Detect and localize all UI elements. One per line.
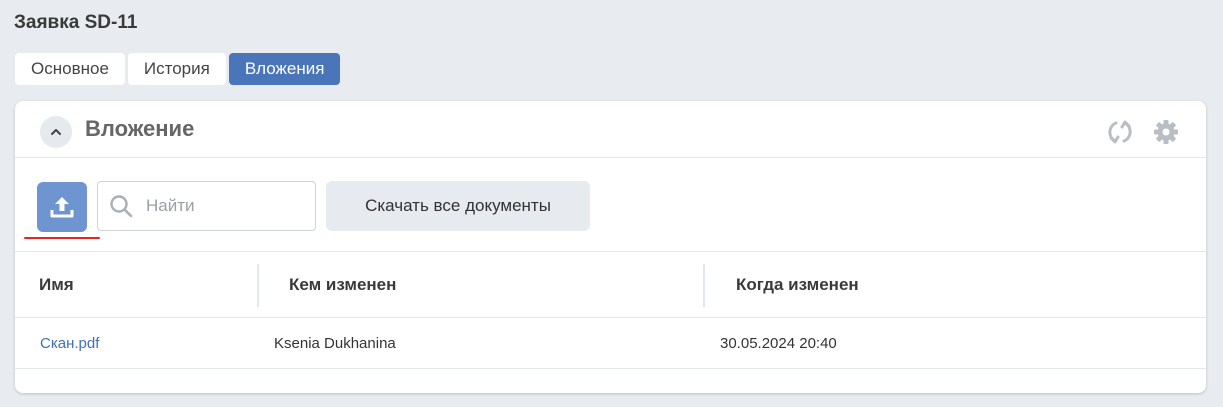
upload-icon	[50, 197, 74, 218]
tab-attachments[interactable]: Вложения	[228, 53, 341, 85]
chevron-up-icon	[51, 129, 61, 135]
column-header-modified-at[interactable]: Когда изменен	[736, 275, 859, 295]
attachments-panel: Вложение Найти Скачать все документы Имя…	[15, 101, 1206, 393]
refresh-button[interactable]	[1106, 118, 1134, 146]
page-title: Заявка SD-11	[14, 12, 138, 33]
column-divider[interactable]	[703, 264, 705, 307]
column-divider[interactable]	[257, 264, 259, 307]
search-input[interactable]	[146, 196, 296, 216]
column-header-name[interactable]: Имя	[39, 275, 74, 295]
panel-title: Вложение	[85, 116, 195, 141]
table-header: Имя Кем изменен Когда изменен	[15, 252, 1206, 318]
column-header-modified-by[interactable]: Кем изменен	[289, 275, 396, 295]
refresh-icon	[1108, 120, 1132, 144]
file-name-link[interactable]: Скан.pdf	[40, 335, 99, 352]
upload-button[interactable]	[37, 182, 87, 232]
tab-bar: Основное История Вложения	[15, 53, 341, 85]
collapse-button[interactable]	[40, 116, 72, 148]
gear-icon	[1154, 120, 1178, 144]
download-all-button[interactable]: Скачать все документы	[326, 181, 590, 231]
panel-header: Вложение	[15, 101, 1206, 158]
tab-history[interactable]: История	[127, 53, 226, 85]
settings-button[interactable]	[1152, 118, 1180, 146]
tab-main[interactable]: Основное	[15, 53, 125, 85]
search-field[interactable]	[97, 181, 316, 231]
modified-by-cell: Ksenia Dukhanina	[274, 335, 396, 352]
table-row[interactable]: Скан.pdf Ksenia Dukhanina 30.05.2024 20:…	[15, 318, 1206, 369]
highlight-underline	[24, 237, 100, 239]
modified-at-cell: 30.05.2024 20:40	[720, 335, 837, 352]
search-icon	[108, 193, 134, 219]
